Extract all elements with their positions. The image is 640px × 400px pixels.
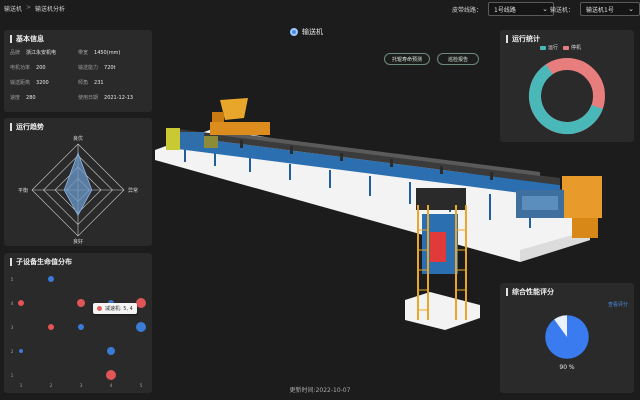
scatter-point (77, 299, 85, 307)
breadcrumb-separator: > (26, 4, 32, 11)
basic-info-title: 基本信息 (10, 35, 44, 43)
health-panel: 综合性能评分 查看评分 90 % (500, 283, 634, 393)
info-value: 1450(mm) (94, 50, 121, 56)
line-filter: 皮带线路： 1号线路 ⌄ (452, 2, 555, 16)
info-field: 输送距离 3200 (10, 79, 49, 86)
radar-axis-label: 良优 (73, 135, 83, 142)
info-field: 品牌 浙江永安机电 (10, 49, 56, 56)
top-bar: 输送机 > 输送机分析 皮带线路： 1号线路 ⌄ 输送机： 输送机1号 ⌄ (0, 0, 640, 20)
machine-filter-label: 输送机： (550, 6, 575, 14)
life-dist-panel: 子设备生命值分布 1234512345 (4, 253, 152, 393)
info-key: 输送距离 (10, 80, 31, 86)
chevron-down-icon: ⌄ (542, 5, 549, 13)
y-tick-label: 1 (11, 373, 14, 379)
machine-select-value: 输送机1号 (586, 6, 614, 14)
info-key: 输送能力 (78, 65, 99, 71)
info-field: 倾角 231 (78, 79, 104, 86)
trend-panel: 运行趋势 良优 异常 良好 平衡 (4, 118, 152, 246)
tooltip-dot (97, 306, 102, 311)
scatter-point (18, 300, 24, 306)
scatter-point (48, 276, 54, 282)
machine-title: 输送机 (290, 27, 323, 37)
info-value: 2021-12-13 (104, 95, 134, 101)
scatter-point (136, 298, 146, 308)
radar-axis-label: 平衡 (18, 187, 28, 194)
radar-chart: 良优异常良好 平衡 (18, 135, 138, 245)
info-key: 带宽 (78, 50, 89, 56)
info-field: 输送能力 720t (78, 64, 116, 71)
y-tick-label: 2 (11, 349, 14, 355)
scatter-point (107, 347, 115, 355)
info-field: 使用日期 2021-12-13 (78, 94, 133, 101)
y-tick-label: 4 (11, 301, 14, 307)
life-prediction-button[interactable]: 托辊寿命预测 (384, 53, 430, 65)
radar-value-area (63, 152, 93, 217)
info-value: 浙江永安机电 (26, 50, 57, 56)
status-dot-icon (290, 28, 298, 36)
info-value: 3200 (36, 80, 49, 86)
info-value: 720t (104, 65, 116, 71)
scatter-point (48, 324, 54, 330)
info-field: 速度 280 (10, 94, 36, 101)
scatter-tooltip: 减速机: 5, 4 (93, 303, 137, 314)
scatter-point (106, 370, 116, 380)
breadcrumb-parent[interactable]: 输送机 (4, 4, 22, 13)
scatter-point (136, 322, 146, 332)
y-tick-label: 5 (11, 277, 14, 283)
info-value: 200 (36, 65, 46, 71)
info-key: 品牌 (10, 50, 21, 56)
donut-chart (529, 58, 605, 134)
radar-axis-label: 良好 (73, 238, 83, 245)
line-select-value: 1号线路 (494, 6, 516, 14)
run-stats-panel: 运行统计 运行 停机 (500, 30, 634, 142)
info-value: 231 (94, 80, 104, 86)
line-filter-label: 皮带线路： (452, 6, 483, 14)
info-field: 电机功率 200 (10, 64, 46, 71)
inspection-report-button[interactable]: 巡检报告 (437, 53, 479, 65)
radar-axis-label: 异常 (128, 187, 138, 194)
machine-filter: 输送机： 输送机1号 ⌄ (550, 2, 640, 16)
info-key: 电机功率 (10, 65, 31, 71)
machine-title-text: 输送机 (302, 28, 323, 36)
basic-info-panel: 基本信息 品牌 浙江永安机电 带宽 1450(mm) 电机功率 200 输送能力 720t 输送… (4, 30, 152, 112)
chevron-down-icon: ⌄ (628, 5, 634, 13)
breadcrumb: 输送机 > 输送机分析 (4, 4, 65, 13)
health-score-text: 90 % (559, 364, 575, 371)
line-select[interactable]: 1号线路 ⌄ (488, 2, 555, 16)
info-key: 使用日期 (78, 95, 99, 101)
info-key: 速度 (10, 95, 21, 101)
machine-select[interactable]: 输送机1号 ⌄ (580, 2, 640, 16)
scatter-point (78, 324, 84, 330)
scatter-chart: 1 2 3 4 512345 (11, 276, 146, 389)
info-value: 280 (26, 95, 36, 101)
info-field: 带宽 1450(mm) (78, 49, 120, 56)
health-gauge (544, 314, 590, 360)
breadcrumb-current: 输送机分析 (35, 6, 66, 13)
scatter-point (19, 349, 23, 353)
tooltip-text: 减速机: 5, 4 (105, 306, 133, 312)
info-key: 倾角 (78, 80, 89, 86)
y-tick-label: 3 (11, 325, 14, 331)
